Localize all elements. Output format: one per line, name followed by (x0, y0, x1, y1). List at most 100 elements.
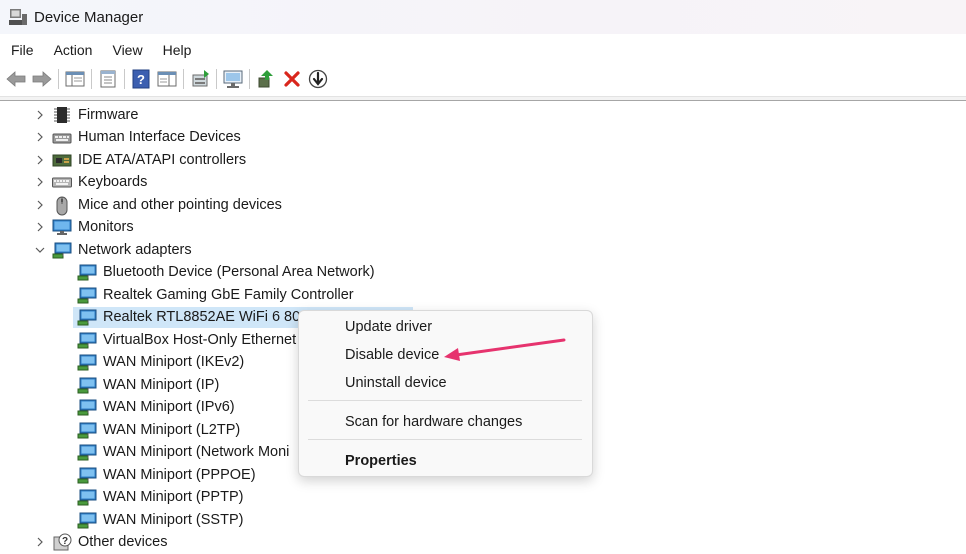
toolbar-separator (91, 69, 92, 89)
toolbar-separator (249, 69, 250, 89)
tree-item-network-device[interactable]: WAN Miniport (IKEv2) (77, 351, 244, 373)
monitor-icon (52, 218, 72, 236)
disable-device-icon[interactable] (305, 67, 331, 91)
scan-hardware-icon[interactable] (220, 67, 246, 91)
network-adapter-icon (77, 511, 97, 529)
update-driver-icon[interactable] (187, 67, 213, 91)
window-title: Device Manager (34, 8, 144, 26)
tree-item-label: Keyboards (78, 174, 148, 190)
menu-bar: File Action View Help (0, 37, 201, 63)
tree-item-label: WAN Miniport (PPPOE) (103, 466, 256, 483)
network-adapter-icon (77, 376, 97, 394)
tree-item-label: Human Interface Devices (78, 129, 241, 145)
enable-device-icon[interactable] (253, 67, 279, 91)
toolbar-divider (0, 96, 966, 101)
uninstall-device-icon[interactable] (279, 67, 305, 91)
tree-item-other-devices[interactable]: ? Other devices (34, 531, 167, 553)
tree-item-human-interface-devices[interactable]: Human Interface Devices (34, 126, 241, 148)
chevron-right-icon[interactable] (34, 154, 46, 166)
network-adapter-icon (77, 398, 97, 416)
tree-item-label: WAN Miniport (L2TP) (103, 421, 241, 438)
tree-item-mice[interactable]: Mice and other pointing devices (34, 194, 282, 216)
tree-item-network-device[interactable]: VirtualBox Host-Only Ethernet (77, 329, 296, 351)
tree-item-label: WAN Miniport (PPTP) (103, 489, 244, 505)
menu-item-properties[interactable]: Properties (345, 453, 417, 469)
menu-file[interactable]: File (0, 42, 44, 58)
keyboard-icon (52, 173, 72, 191)
tree-item-network-device[interactable]: Realtek RTL8852AE WiFi 6 802.1 (73, 306, 413, 328)
tree-item-label: VirtualBox Host-Only Ethernet (103, 331, 297, 348)
tree-item-label: Realtek Gaming GbE Family Controller (103, 286, 354, 303)
chevron-right-icon[interactable] (34, 176, 46, 188)
tree-item-label: Monitors (78, 219, 134, 235)
tree-item-network-device[interactable]: WAN Miniport (IP) (77, 374, 219, 396)
tree-item-label: Firmware (78, 107, 139, 123)
tree-item-network-device[interactable]: WAN Miniport (L2TP) (77, 419, 240, 441)
tree-item-label: Other devices (78, 534, 168, 550)
network-adapter-icon (77, 443, 97, 461)
tree-item-label: WAN Miniport (IKEv2) (103, 354, 245, 370)
tree-item-label: Bluetooth Device (Personal Area Network) (103, 264, 375, 280)
svg-text:?: ? (62, 536, 68, 547)
chevron-right-icon[interactable] (34, 221, 46, 233)
chevron-right-icon[interactable] (34, 536, 46, 548)
menu-separator (308, 439, 582, 440)
network-adapter-icon (77, 263, 97, 281)
tree-item-network-device[interactable]: WAN Miniport (Network Moni (77, 441, 289, 463)
menu-separator (308, 400, 582, 401)
tree-item-firmware[interactable]: Firmware (34, 104, 138, 126)
tree-item-keyboards[interactable]: Keyboards (34, 171, 147, 193)
svg-text:?: ? (137, 72, 145, 87)
show-hide-console-tree-icon[interactable] (62, 67, 88, 91)
annotation-arrow-icon (444, 338, 566, 361)
tree-item-network-device[interactable]: WAN Miniport (PPTP) (77, 486, 243, 508)
toolbar-separator (58, 69, 59, 89)
device-manager-app-icon (8, 8, 28, 26)
network-adapter-icon (77, 286, 97, 304)
menu-item-scan-hardware[interactable]: Scan for hardware changes (345, 414, 522, 430)
network-adapter-icon (77, 421, 97, 439)
menu-item-disable-device[interactable]: Disable device (345, 347, 439, 363)
menu-item-uninstall-device[interactable]: Uninstall device (345, 375, 447, 391)
tree-item-label: IDE ATA/ATAPI controllers (78, 152, 247, 168)
tree-item-label: WAN Miniport (Network Moni (103, 444, 290, 460)
title-bar: Device Manager (0, 0, 966, 34)
mouse-icon (52, 196, 72, 216)
tree-item-network-device[interactable]: WAN Miniport (SSTP) (77, 509, 243, 531)
network-adapter-icon (77, 331, 97, 349)
network-adapter-icon (77, 353, 97, 371)
tree-item-label: Realtek RTL8852AE WiFi 6 802.1 (103, 309, 321, 325)
ide-controller-icon (52, 151, 72, 169)
tree-item-network-adapters[interactable]: Network adapters (34, 239, 192, 261)
network-adapter-icon (77, 466, 97, 484)
tree-item-label: Network adapters (78, 242, 192, 258)
toolbar-separator (183, 69, 184, 89)
chevron-down-icon[interactable] (34, 244, 46, 256)
chevron-right-icon[interactable] (34, 109, 46, 121)
toolbar-separator (216, 69, 217, 89)
chevron-right-icon[interactable] (34, 131, 46, 143)
tree-item-monitors[interactable]: Monitors (34, 216, 134, 238)
menu-help[interactable]: Help (153, 42, 202, 58)
tree-item-label: WAN Miniport (IP) (103, 376, 220, 393)
toolbar: ? (0, 65, 966, 93)
tree-item-network-device[interactable]: WAN Miniport (PPPOE) (77, 464, 256, 486)
tree-item-network-device[interactable]: WAN Miniport (IPv6) (77, 396, 235, 418)
chevron-right-icon[interactable] (34, 199, 46, 211)
properties-sheet-icon[interactable] (95, 67, 121, 91)
other-devices-icon: ? (52, 533, 72, 551)
tree-item-label: Mice and other pointing devices (78, 197, 282, 213)
tree-item-network-device[interactable]: Bluetooth Device (Personal Area Network) (77, 261, 375, 283)
tree-item-ide-controllers[interactable]: IDE ATA/ATAPI controllers (34, 149, 246, 171)
tree-item-network-device[interactable]: Realtek Gaming GbE Family Controller (77, 284, 354, 306)
menu-item-update-driver[interactable]: Update driver (345, 319, 432, 335)
help-icon[interactable]: ? (128, 67, 154, 91)
network-adapter-icon (77, 488, 97, 506)
back-icon[interactable] (3, 67, 29, 91)
menu-view[interactable]: View (102, 42, 152, 58)
menu-action[interactable]: Action (44, 42, 103, 58)
hid-icon (52, 128, 72, 146)
toolbar-separator (124, 69, 125, 89)
action-pane-icon[interactable] (154, 67, 180, 91)
forward-icon[interactable] (29, 67, 55, 91)
